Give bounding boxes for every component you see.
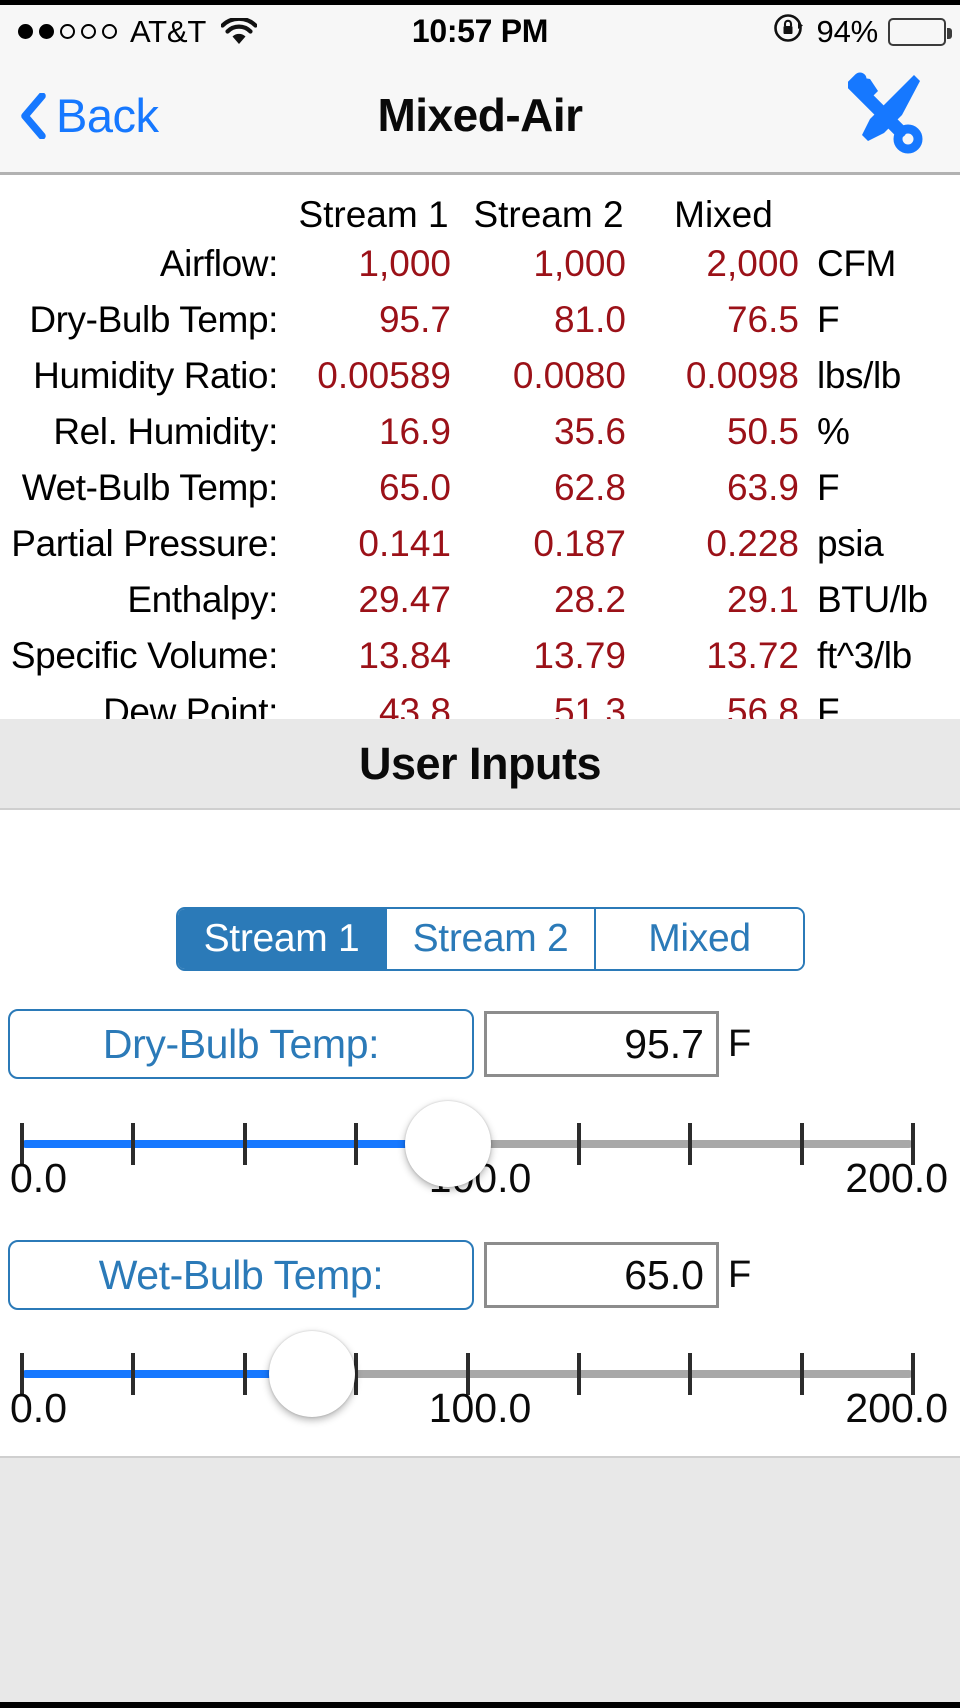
app-screen: AT&T 10:57 PM 94% Back Mixed-Air Stream … — [0, 0, 960, 1708]
cell-stream1: 0.00589 — [317, 355, 451, 396]
bottom-empty-area — [0, 1456, 960, 1702]
table-row: Specific Volume: 13.84 13.79 13.72 ft^3/… — [0, 628, 960, 684]
cell-stream1: 29.47 — [358, 579, 451, 620]
table-row: Enthalpy: 29.47 28.2 29.1 BTU/lb — [0, 572, 960, 628]
status-bar-right: 94% — [771, 5, 952, 58]
cell-stream2: 62.8 — [553, 467, 626, 508]
navigation-bar: Back Mixed-Air — [0, 58, 960, 175]
cell-stream2: 13.79 — [533, 635, 626, 676]
row-label: Airflow: — [159, 243, 279, 284]
cell-unit: psia — [817, 523, 884, 564]
row-label: Dry-Bulb Temp: — [29, 299, 278, 340]
table-row: Wet-Bulb Temp: 65.0 62.8 63.9 F — [0, 460, 960, 516]
cell-stream1: 95.7 — [378, 299, 451, 340]
stream-selector-segmented-control[interactable]: Stream 1 Stream 2 Mixed — [176, 907, 805, 971]
wet-bulb-unit-label: F — [728, 1253, 752, 1296]
tools-icon — [844, 71, 932, 160]
dry-bulb-label-button[interactable]: Dry-Bulb Temp: — [8, 1009, 474, 1079]
status-bar: AT&T 10:57 PM 94% — [0, 5, 960, 58]
cell-mixed: 13.72 — [706, 635, 799, 676]
cell-mixed: 50.5 — [726, 411, 799, 452]
wet-bulb-slider-thumb[interactable] — [268, 1331, 355, 1417]
header-blank — [0, 178, 286, 236]
cell-unit: ft^3/lb — [817, 635, 912, 676]
cell-stream2: 28.2 — [553, 579, 626, 620]
dry-bulb-slider-min-label: 0.0 — [10, 1155, 67, 1201]
cell-stream2: 0.0080 — [512, 355, 626, 396]
dry-bulb-slider-track-fill — [22, 1140, 449, 1148]
cell-unit: F — [817, 467, 840, 508]
dry-bulb-input-row: Dry-Bulb Temp: 95.7 F — [0, 1009, 960, 1079]
dry-bulb-slider[interactable]: 0.0 100.0 200.0 — [0, 1101, 960, 1202]
row-label: Humidity Ratio: — [33, 355, 278, 396]
table-header-row: Stream 1 Stream 2 Mixed — [0, 178, 960, 236]
cell-stream1: 16.9 — [378, 411, 451, 452]
segment-mixed[interactable]: Mixed — [594, 909, 803, 969]
cell-stream1: 1,000 — [358, 243, 451, 284]
cell-stream2: 35.6 — [553, 411, 626, 452]
cell-stream1: 13.84 — [358, 635, 451, 676]
row-label: Wet-Bulb Temp: — [21, 467, 279, 508]
header-mixed: Mixed — [674, 194, 773, 235]
results-table-body: Airflow: 1,000 1,000 2,000 CFM Dry-Bulb … — [0, 236, 960, 740]
page-title: Mixed-Air — [377, 89, 583, 141]
cell-mixed: 0.0098 — [685, 355, 799, 396]
cell-stream2: 81.0 — [553, 299, 626, 340]
table-row: Dry-Bulb Temp: 95.7 81.0 76.5 F — [0, 292, 960, 348]
cell-mixed: 63.9 — [726, 467, 799, 508]
results-table-head: Stream 1 Stream 2 Mixed — [0, 178, 960, 236]
segment-stream-2[interactable]: Stream 2 — [385, 909, 594, 969]
cell-mixed: 29.1 — [726, 579, 799, 620]
wet-bulb-value-field[interactable]: 65.0 — [484, 1242, 719, 1308]
row-label: Specific Volume: — [10, 635, 279, 676]
header-unit — [811, 178, 960, 236]
wet-bulb-label-button[interactable]: Wet-Bulb Temp: — [8, 1240, 474, 1310]
row-label: Partial Pressure: — [11, 523, 278, 564]
wet-bulb-slider-max-label: 200.0 — [845, 1385, 948, 1431]
table-row: Humidity Ratio: 0.00589 0.0080 0.0098 lb… — [0, 348, 960, 404]
cell-mixed: 0.228 — [706, 523, 799, 564]
results-table-panel: Stream 1 Stream 2 Mixed Airflow: 1,000 1… — [0, 178, 960, 732]
battery-icon — [888, 17, 952, 46]
cell-stream1: 0.141 — [358, 523, 451, 564]
cell-unit: BTU/lb — [817, 579, 928, 620]
user-inputs-panel: Stream 1 Stream 2 Mixed Dry-Bulb Temp: 9… — [0, 812, 960, 1456]
dry-bulb-unit-label: F — [728, 1022, 752, 1065]
wet-bulb-slider-track[interactable] — [20, 1331, 915, 1417]
wet-bulb-slider-min-label: 0.0 — [10, 1385, 67, 1431]
cell-stream1: 65.0 — [378, 467, 451, 508]
screen-bottom-bezel — [0, 1702, 960, 1708]
tools-button[interactable] — [844, 58, 932, 172]
table-row: Partial Pressure: 0.141 0.187 0.228 psia — [0, 516, 960, 572]
rotation-lock-icon — [771, 10, 807, 54]
dry-bulb-slider-track[interactable] — [20, 1101, 915, 1187]
cell-unit: % — [817, 411, 850, 452]
table-row: Airflow: 1,000 1,000 2,000 CFM — [0, 236, 960, 292]
battery-percent-label: 94% — [816, 13, 879, 49]
header-stream1: Stream 1 — [298, 194, 449, 235]
dry-bulb-slider-thumb[interactable] — [405, 1101, 492, 1187]
cell-mixed: 2,000 — [706, 243, 799, 284]
cell-stream2: 1,000 — [533, 243, 626, 284]
user-inputs-section-title: User Inputs — [0, 719, 960, 810]
cell-mixed: 76.5 — [726, 299, 799, 340]
wet-bulb-slider[interactable]: 0.0 100.0 200.0 — [0, 1331, 960, 1433]
dry-bulb-value-field[interactable]: 95.7 — [484, 1011, 719, 1077]
cell-unit: lbs/lb — [817, 355, 901, 396]
table-row: Rel. Humidity: 16.9 35.6 50.5 % — [0, 404, 960, 460]
wet-bulb-input-row: Wet-Bulb Temp: 65.0 F — [0, 1240, 960, 1310]
header-stream2: Stream 2 — [473, 194, 624, 235]
row-label: Enthalpy: — [127, 579, 278, 620]
cell-unit: CFM — [817, 243, 896, 284]
results-table: Stream 1 Stream 2 Mixed Airflow: 1,000 1… — [0, 178, 960, 740]
wet-bulb-slider-mid-label: 100.0 — [428, 1385, 532, 1431]
wet-bulb-slider-labels: 0.0 100.0 200.0 — [0, 1385, 960, 1433]
row-label: Rel. Humidity: — [53, 411, 278, 452]
dry-bulb-slider-max-label: 200.0 — [845, 1155, 948, 1201]
cell-stream2: 0.187 — [533, 523, 626, 564]
segment-stream-1[interactable]: Stream 1 — [178, 909, 385, 969]
cell-unit: F — [817, 299, 840, 340]
